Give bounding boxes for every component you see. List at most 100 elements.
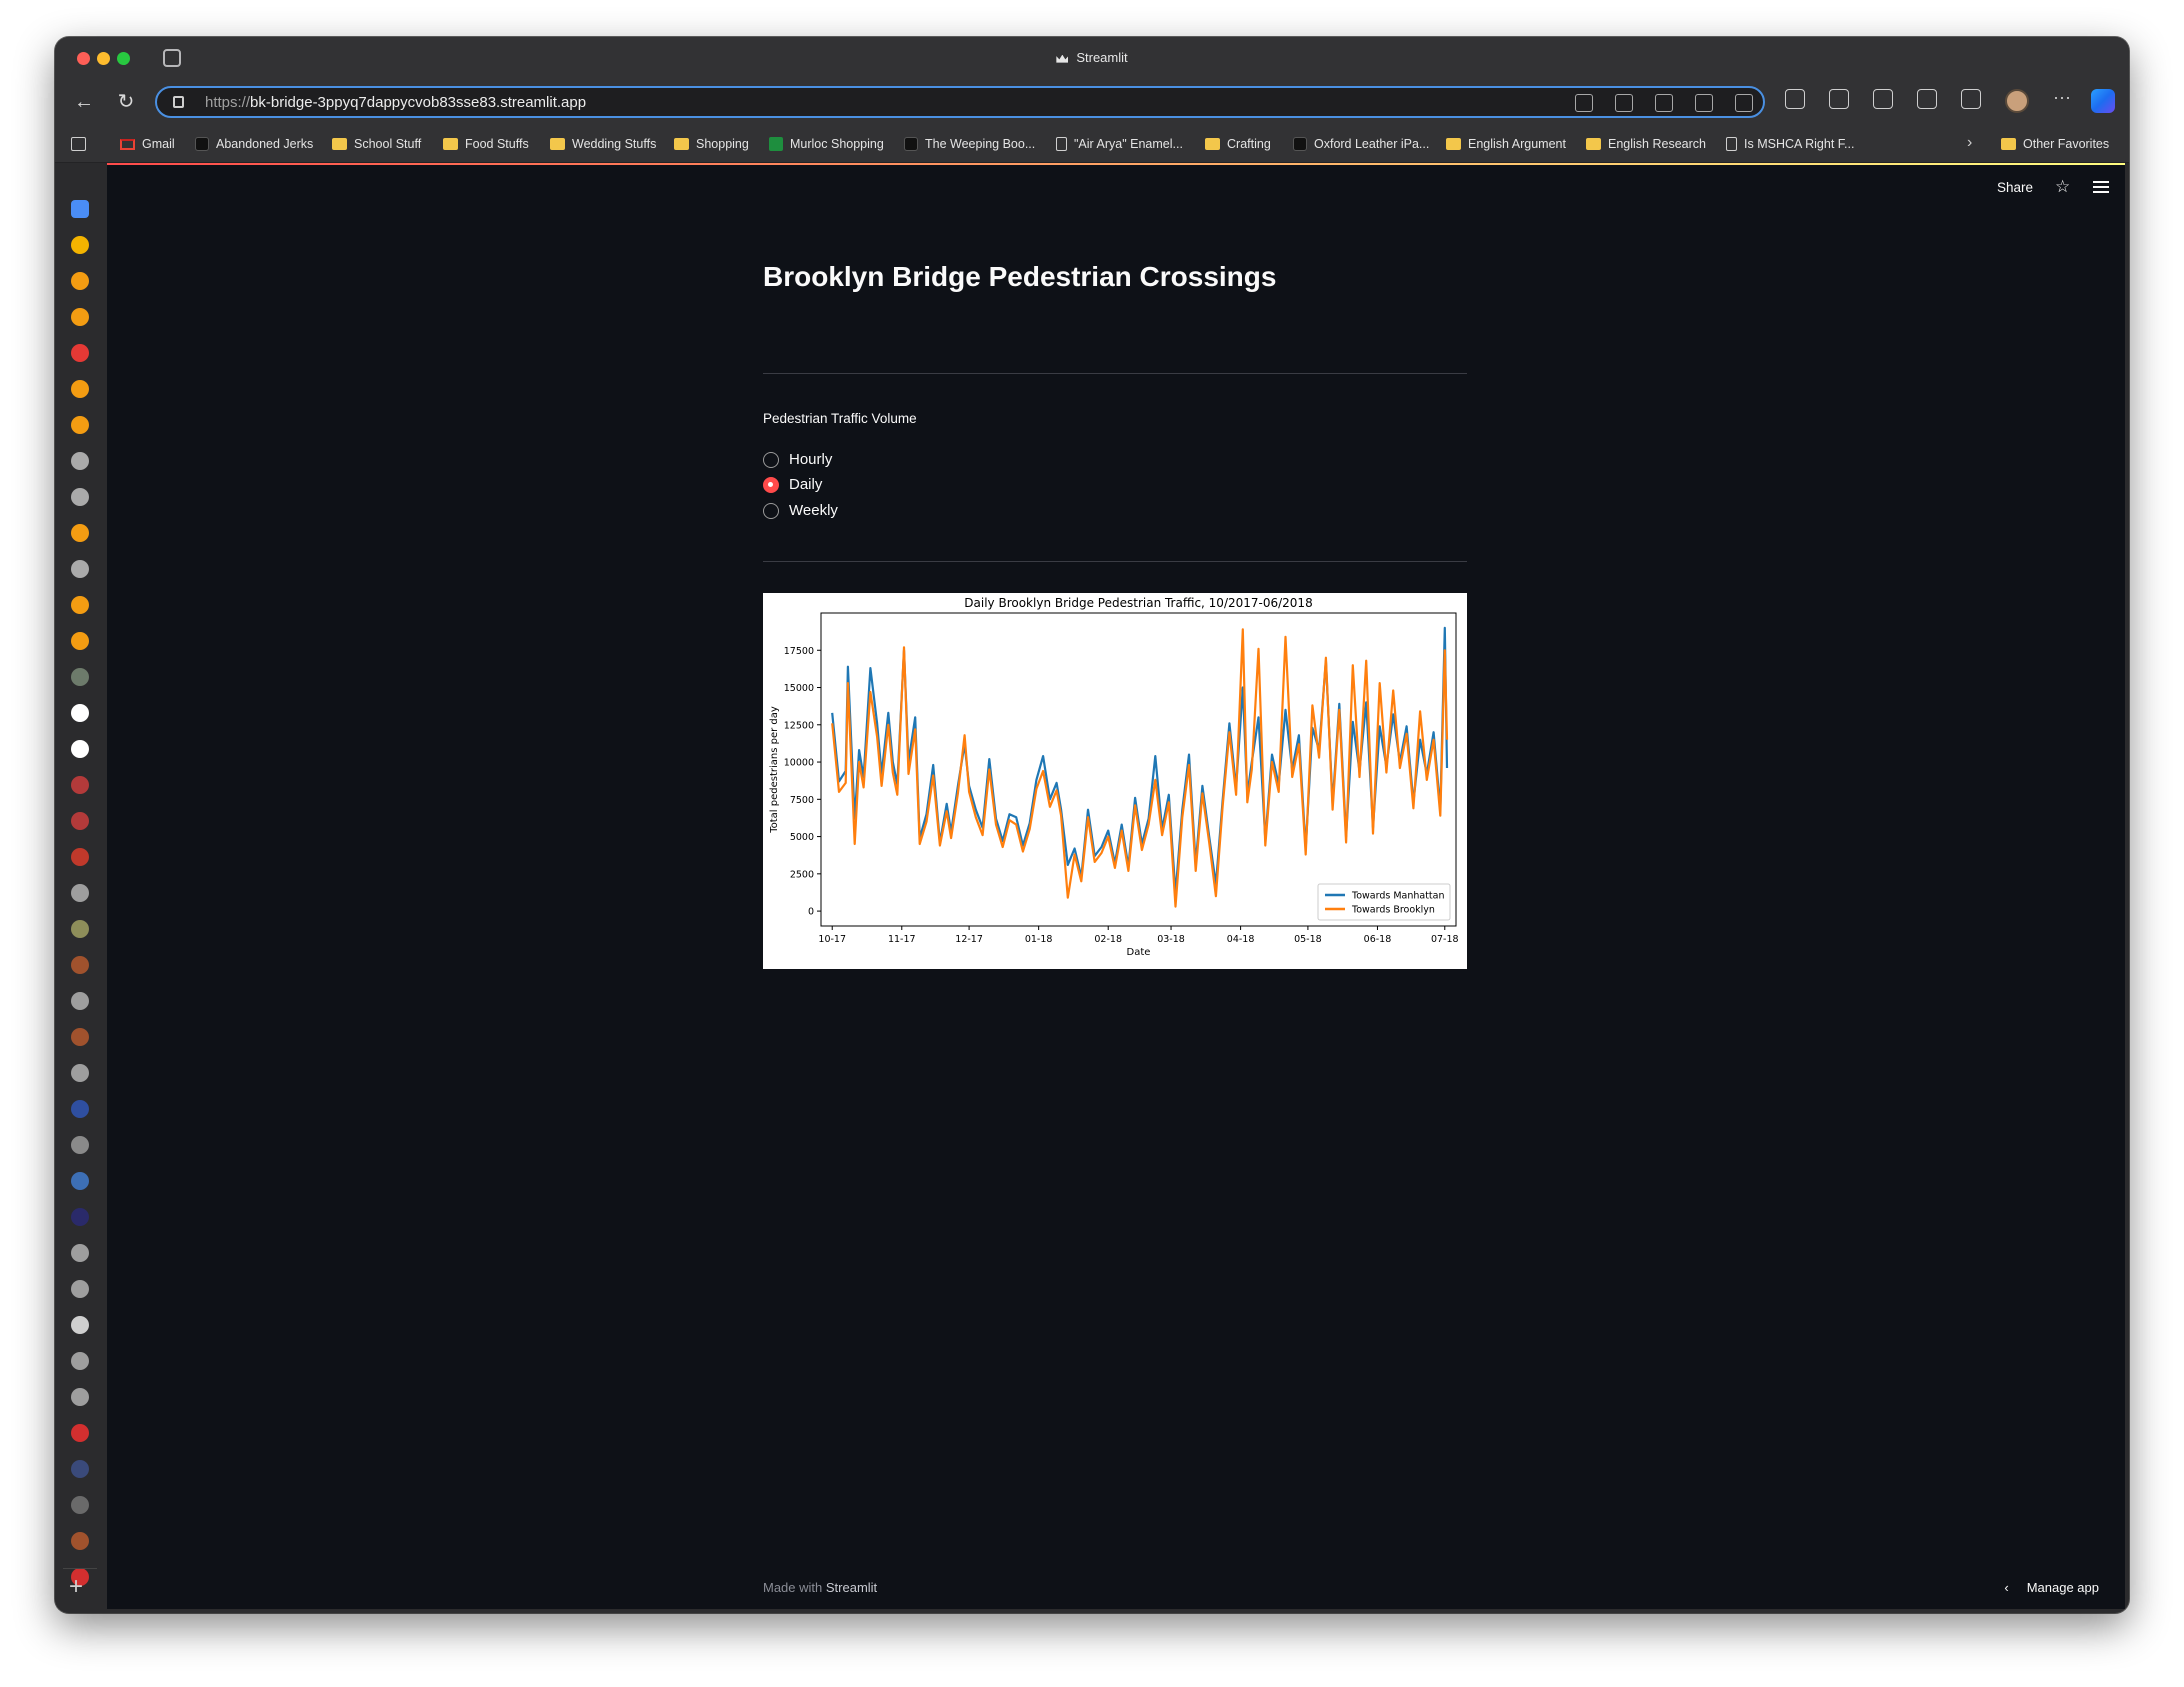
tab-favicon-icon[interactable] bbox=[71, 740, 89, 758]
bookmark-item[interactable]: English Research bbox=[1586, 137, 1706, 151]
tab-favicon-icon[interactable] bbox=[71, 1388, 89, 1406]
collections-icon[interactable] bbox=[1917, 89, 1937, 109]
tab-favicon-icon[interactable] bbox=[71, 1496, 89, 1514]
radio-option-daily[interactable]: Daily bbox=[763, 476, 822, 493]
tab-favicon-icon[interactable] bbox=[71, 200, 89, 218]
more-options-icon[interactable]: ··· bbox=[2053, 87, 2071, 108]
radio-circle-selected-icon[interactable] bbox=[763, 476, 779, 493]
radio-circle-icon[interactable] bbox=[763, 451, 779, 468]
favorite-star-icon[interactable] bbox=[1735, 94, 1753, 112]
doc-icon bbox=[1056, 137, 1067, 151]
y-tick-label: 12500 bbox=[784, 720, 814, 731]
y-tick-label: 2500 bbox=[790, 869, 814, 880]
tab-favicon-icon[interactable] bbox=[71, 380, 89, 398]
tab-favicon-icon[interactable] bbox=[71, 272, 89, 290]
tab-favicon-icon[interactable] bbox=[71, 776, 89, 794]
extensions-grid-icon[interactable] bbox=[1615, 94, 1633, 112]
bookmark-item[interactable]: Food Stuffs bbox=[443, 137, 529, 151]
tab-favicon-icon[interactable] bbox=[71, 1532, 89, 1550]
tab-favicon-icon[interactable] bbox=[71, 632, 89, 650]
tab-favicon-icon[interactable] bbox=[71, 416, 89, 434]
streamlit-link[interactable]: Streamlit bbox=[826, 1580, 877, 1595]
x-tick-label: 05-18 bbox=[1294, 934, 1322, 945]
tab-favicon-icon[interactable] bbox=[71, 1136, 89, 1154]
extensions-icon[interactable] bbox=[1785, 89, 1805, 109]
tab-favicon-icon[interactable] bbox=[71, 920, 89, 938]
sidebar-toggle-icon[interactable] bbox=[71, 137, 86, 151]
tab-favicon-icon[interactable] bbox=[71, 452, 89, 470]
bookmark-label: Abandoned Jerks bbox=[216, 137, 314, 151]
radio-option-label: Daily bbox=[789, 476, 823, 493]
split-screen-icon[interactable] bbox=[1655, 94, 1673, 112]
address-bar[interactable]: https://bk-bridge-3ppyq7dappycvob83sse83… bbox=[155, 86, 1765, 118]
tab-favicon-icon[interactable] bbox=[71, 344, 89, 362]
tab-favicon-icon[interactable] bbox=[71, 1280, 89, 1298]
bookmark-item[interactable]: Shopping bbox=[674, 137, 749, 151]
tab-favicon-icon[interactable] bbox=[71, 1028, 89, 1046]
split-view-icon[interactable] bbox=[1829, 89, 1849, 109]
y-tick-label: 5000 bbox=[790, 832, 814, 843]
profile-avatar[interactable] bbox=[2005, 89, 2029, 113]
tab-favicon-icon[interactable] bbox=[71, 812, 89, 830]
bookmark-label: Is MSHCA Right F... bbox=[1744, 137, 1855, 151]
bookmark-item[interactable]: Is MSHCA Right F... bbox=[1726, 137, 1854, 151]
tab-favicon-icon[interactable] bbox=[71, 236, 89, 254]
tab-favicon-icon[interactable] bbox=[71, 560, 89, 578]
radio-option-hourly[interactable]: Hourly bbox=[763, 451, 832, 468]
tab-favicon-icon[interactable] bbox=[71, 884, 89, 902]
bookmark-item[interactable]: The Weeping Boo... bbox=[904, 137, 1035, 151]
tab-favicon-icon[interactable] bbox=[71, 1172, 89, 1190]
read-aloud-icon[interactable] bbox=[1695, 94, 1713, 112]
bookmark-item[interactable]: Gmail bbox=[120, 137, 175, 151]
copilot-icon[interactable] bbox=[2091, 89, 2115, 113]
y-tick-label: 10000 bbox=[784, 758, 814, 769]
bookmark-item[interactable]: "Air Arya" Enamel... bbox=[1056, 137, 1183, 151]
tab-favicon-icon[interactable] bbox=[71, 1100, 89, 1118]
tab-favicon-icon[interactable] bbox=[71, 1244, 89, 1262]
gmail-icon bbox=[120, 138, 135, 150]
tab-favicon-icon[interactable] bbox=[71, 524, 89, 542]
tab-favicon-icon[interactable] bbox=[71, 704, 89, 722]
chevron-right-icon[interactable]: › bbox=[1967, 134, 1972, 152]
bookmark-item[interactable]: Crafting bbox=[1205, 137, 1271, 151]
y-tick-label: 7500 bbox=[790, 795, 814, 806]
tab-favicon-icon[interactable] bbox=[71, 1208, 89, 1226]
hamburger-menu-icon[interactable] bbox=[2093, 181, 2109, 193]
tab-favicon-icon[interactable] bbox=[71, 488, 89, 506]
back-arrow-icon[interactable]: ← bbox=[71, 89, 97, 115]
bookmark-item[interactable]: Oxford Leather iPa... bbox=[1293, 137, 1429, 151]
folder-icon bbox=[1586, 138, 1601, 150]
lock-icon[interactable] bbox=[173, 96, 184, 108]
tab-favicon-icon[interactable] bbox=[71, 1424, 89, 1442]
bookmark-item[interactable]: English Argument bbox=[1446, 137, 1566, 151]
favorites-icon[interactable] bbox=[1873, 89, 1893, 109]
bookmark-other-favorites[interactable]: Other Favorites bbox=[2001, 137, 2109, 151]
y-tick-label: 0 bbox=[808, 907, 814, 918]
star-icon[interactable]: ☆ bbox=[2055, 178, 2071, 195]
tab-favicon-icon[interactable] bbox=[71, 1352, 89, 1370]
radio-circle-icon[interactable] bbox=[763, 502, 779, 519]
bookmark-item[interactable]: Abandoned Jerks bbox=[195, 137, 313, 151]
tab-favicon-icon[interactable] bbox=[71, 848, 89, 866]
bookmark-item[interactable]: School Stuff bbox=[332, 137, 421, 151]
tab-favicon-icon[interactable] bbox=[71, 596, 89, 614]
browser-essentials-icon[interactable] bbox=[1961, 89, 1981, 109]
tab-favicon-icon[interactable] bbox=[71, 1064, 89, 1082]
tab-favicon-icon[interactable] bbox=[71, 308, 89, 326]
radio-option-weekly[interactable]: Weekly bbox=[763, 502, 838, 519]
window-title-text: Streamlit bbox=[1076, 50, 1128, 65]
tab-favicon-icon[interactable] bbox=[71, 1460, 89, 1478]
chart-title: Daily Brooklyn Bridge Pedestrian Traffic… bbox=[964, 596, 1312, 610]
tab-favicon-icon[interactable] bbox=[71, 1316, 89, 1334]
share-button[interactable]: Share bbox=[1997, 180, 2033, 195]
refresh-icon[interactable]: ↻ bbox=[113, 89, 139, 115]
url-text[interactable]: https://bk-bridge-3ppyq7dappycvob83sse83… bbox=[205, 94, 586, 111]
bookmark-item[interactable]: Wedding Stuffs bbox=[550, 137, 656, 151]
tab-favicon-icon[interactable] bbox=[71, 956, 89, 974]
tab-favicon-icon[interactable] bbox=[71, 668, 89, 686]
app-available-icon[interactable] bbox=[1575, 94, 1593, 112]
bookmark-item[interactable]: Murloc Shopping bbox=[769, 137, 884, 151]
new-tab-plus-icon[interactable]: + bbox=[69, 1573, 83, 1601]
manage-app-button[interactable]: ‹ Manage app bbox=[2004, 1580, 2099, 1595]
tab-favicon-icon[interactable] bbox=[71, 992, 89, 1010]
